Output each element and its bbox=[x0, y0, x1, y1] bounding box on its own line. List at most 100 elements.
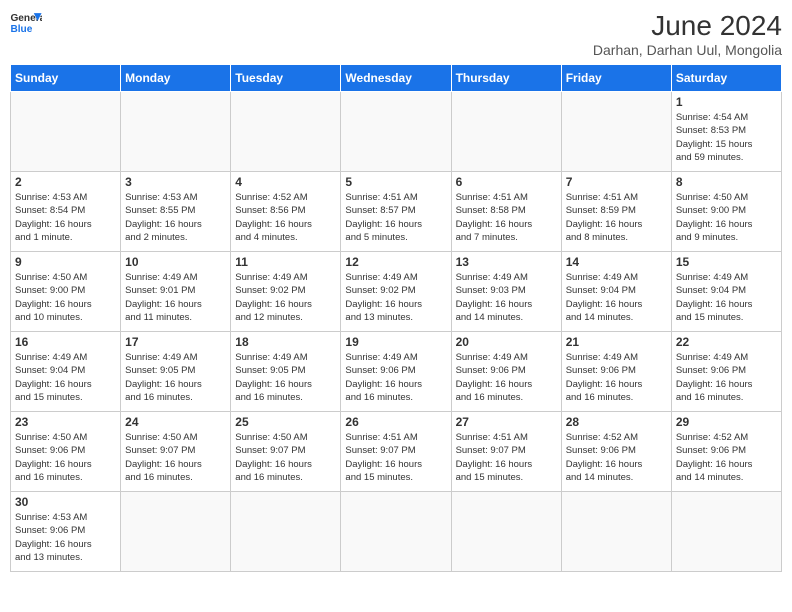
day-number: 23 bbox=[15, 415, 116, 429]
day-number: 12 bbox=[345, 255, 446, 269]
day-number: 29 bbox=[676, 415, 777, 429]
day-info: Sunrise: 4:51 AM Sunset: 9:07 PM Dayligh… bbox=[345, 431, 446, 484]
calendar-cell bbox=[341, 492, 451, 572]
calendar-cell: 29 Sunrise: 4:52 AM Sunset: 9:06 PM Dayli… bbox=[671, 412, 781, 492]
calendar-subtitle: Darhan, Darhan Uul, Mongolia bbox=[593, 42, 782, 58]
calendar-cell bbox=[451, 492, 561, 572]
day-info: Sunrise: 4:50 AM Sunset: 9:00 PM Dayligh… bbox=[15, 271, 116, 324]
day-number: 21 bbox=[566, 335, 667, 349]
calendar-cell bbox=[121, 92, 231, 172]
col-sunday: Sunday bbox=[11, 65, 121, 92]
calendar-cell: 5 Sunrise: 4:51 AM Sunset: 8:57 PM Daylig… bbox=[341, 172, 451, 252]
calendar-week-row: 30Sunrise: 4:53 AM Sunset: 9:06 PM Dayli… bbox=[11, 492, 782, 572]
day-number: 4 bbox=[235, 175, 336, 189]
calendar-cell: 3Sunrise: 4:53 AM Sunset: 8:55 PM Daylig… bbox=[121, 172, 231, 252]
day-info: Sunrise: 4:49 AM Sunset: 9:06 PM Dayligh… bbox=[456, 351, 557, 404]
col-monday: Monday bbox=[121, 65, 231, 92]
calendar-cell bbox=[231, 92, 341, 172]
day-info: Sunrise: 4:51 AM Sunset: 8:58 PM Dayligh… bbox=[456, 191, 557, 244]
day-number: 8 bbox=[676, 175, 777, 189]
calendar-cell: 9 Sunrise: 4:50 AM Sunset: 9:00 PM Daylig… bbox=[11, 252, 121, 332]
day-info: Sunrise: 4:50 AM Sunset: 9:00 PM Dayligh… bbox=[676, 191, 777, 244]
day-info: Sunrise: 4:49 AM Sunset: 9:06 PM Dayligh… bbox=[345, 351, 446, 404]
calendar-week-row: 1 Sunrise: 4:54 AM Sunset: 8:53 PM Daylig… bbox=[11, 92, 782, 172]
calendar-cell: 20 Sunrise: 4:49 AM Sunset: 9:06 PM Dayli… bbox=[451, 332, 561, 412]
day-number: 28 bbox=[566, 415, 667, 429]
calendar-cell: 24Sunrise: 4:50 AM Sunset: 9:07 PM Dayli… bbox=[121, 412, 231, 492]
calendar-cell bbox=[231, 492, 341, 572]
day-number: 15 bbox=[676, 255, 777, 269]
calendar-cell: 1 Sunrise: 4:54 AM Sunset: 8:53 PM Daylig… bbox=[671, 92, 781, 172]
day-number: 1 bbox=[676, 95, 777, 109]
day-number: 17 bbox=[125, 335, 226, 349]
calendar-cell: 19 Sunrise: 4:49 AM Sunset: 9:06 PM Dayli… bbox=[341, 332, 451, 412]
day-number: 5 bbox=[345, 175, 446, 189]
day-number: 10 bbox=[125, 255, 226, 269]
day-number: 27 bbox=[456, 415, 557, 429]
day-number: 6 bbox=[456, 175, 557, 189]
calendar-cell bbox=[11, 92, 121, 172]
day-number: 26 bbox=[345, 415, 446, 429]
day-info: Sunrise: 4:50 AM Sunset: 9:06 PM Dayligh… bbox=[15, 431, 116, 484]
day-number: 2 bbox=[15, 175, 116, 189]
day-number: 11 bbox=[235, 255, 336, 269]
day-number: 18 bbox=[235, 335, 336, 349]
calendar-week-row: 23 Sunrise: 4:50 AM Sunset: 9:06 PM Dayli… bbox=[11, 412, 782, 492]
day-number: 22 bbox=[676, 335, 777, 349]
calendar-cell: 25 Sunrise: 4:50 AM Sunset: 9:07 PM Dayli… bbox=[231, 412, 341, 492]
calendar-title: June 2024 bbox=[593, 10, 782, 42]
day-number: 9 bbox=[15, 255, 116, 269]
day-number: 14 bbox=[566, 255, 667, 269]
svg-text:Blue: Blue bbox=[10, 24, 32, 35]
calendar-table: Sunday Monday Tuesday Wednesday Thursday… bbox=[10, 64, 782, 572]
calendar-cell: 27 Sunrise: 4:51 AM Sunset: 9:07 PM Dayli… bbox=[451, 412, 561, 492]
calendar-cell: 15Sunrise: 4:49 AM Sunset: 9:04 PM Dayli… bbox=[671, 252, 781, 332]
day-info: Sunrise: 4:49 AM Sunset: 9:05 PM Dayligh… bbox=[125, 351, 226, 404]
calendar-cell bbox=[451, 92, 561, 172]
day-info: Sunrise: 4:50 AM Sunset: 9:07 PM Dayligh… bbox=[235, 431, 336, 484]
day-info: Sunrise: 4:51 AM Sunset: 8:59 PM Dayligh… bbox=[566, 191, 667, 244]
calendar-cell bbox=[121, 492, 231, 572]
calendar-cell: 8 Sunrise: 4:50 AM Sunset: 9:00 PM Daylig… bbox=[671, 172, 781, 252]
calendar-cell: 13Sunrise: 4:49 AM Sunset: 9:03 PM Dayli… bbox=[451, 252, 561, 332]
day-number: 30 bbox=[15, 495, 116, 509]
calendar-cell: 2Sunrise: 4:53 AM Sunset: 8:54 PM Daylig… bbox=[11, 172, 121, 252]
day-number: 16 bbox=[15, 335, 116, 349]
calendar-header: Sunday Monday Tuesday Wednesday Thursday… bbox=[11, 65, 782, 92]
day-info: Sunrise: 4:54 AM Sunset: 8:53 PM Dayligh… bbox=[676, 111, 777, 164]
day-number: 25 bbox=[235, 415, 336, 429]
logo: General Blue bbox=[10, 10, 42, 38]
day-info: Sunrise: 4:52 AM Sunset: 9:06 PM Dayligh… bbox=[566, 431, 667, 484]
calendar-cell: 14 Sunrise: 4:49 AM Sunset: 9:04 PM Dayli… bbox=[561, 252, 671, 332]
header-row: Sunday Monday Tuesday Wednesday Thursday… bbox=[11, 65, 782, 92]
calendar-cell: 28 Sunrise: 4:52 AM Sunset: 9:06 PM Dayli… bbox=[561, 412, 671, 492]
day-info: Sunrise: 4:49 AM Sunset: 9:02 PM Dayligh… bbox=[345, 271, 446, 324]
calendar-body: 1 Sunrise: 4:54 AM Sunset: 8:53 PM Daylig… bbox=[11, 92, 782, 572]
day-info: Sunrise: 4:49 AM Sunset: 9:04 PM Dayligh… bbox=[566, 271, 667, 324]
calendar-cell: 12 Sunrise: 4:49 AM Sunset: 9:02 PM Dayli… bbox=[341, 252, 451, 332]
day-info: Sunrise: 4:51 AM Sunset: 9:07 PM Dayligh… bbox=[456, 431, 557, 484]
calendar-cell bbox=[671, 492, 781, 572]
day-number: 7 bbox=[566, 175, 667, 189]
col-wednesday: Wednesday bbox=[341, 65, 451, 92]
day-info: Sunrise: 4:49 AM Sunset: 9:06 PM Dayligh… bbox=[676, 351, 777, 404]
calendar-cell: 16 Sunrise: 4:49 AM Sunset: 9:04 PM Dayli… bbox=[11, 332, 121, 412]
day-number: 3 bbox=[125, 175, 226, 189]
calendar-cell: 7 Sunrise: 4:51 AM Sunset: 8:59 PM Daylig… bbox=[561, 172, 671, 252]
day-info: Sunrise: 4:49 AM Sunset: 9:02 PM Dayligh… bbox=[235, 271, 336, 324]
calendar-cell: 17 Sunrise: 4:49 AM Sunset: 9:05 PM Dayli… bbox=[121, 332, 231, 412]
day-number: 24 bbox=[125, 415, 226, 429]
day-info: Sunrise: 4:52 AM Sunset: 8:56 PM Dayligh… bbox=[235, 191, 336, 244]
day-number: 19 bbox=[345, 335, 446, 349]
day-info: Sunrise: 4:49 AM Sunset: 9:05 PM Dayligh… bbox=[235, 351, 336, 404]
day-info: Sunrise: 4:52 AM Sunset: 9:06 PM Dayligh… bbox=[676, 431, 777, 484]
day-info: Sunrise: 4:49 AM Sunset: 9:01 PM Dayligh… bbox=[125, 271, 226, 324]
calendar-cell: 22 Sunrise: 4:49 AM Sunset: 9:06 PM Dayli… bbox=[671, 332, 781, 412]
col-saturday: Saturday bbox=[671, 65, 781, 92]
day-info: Sunrise: 4:51 AM Sunset: 8:57 PM Dayligh… bbox=[345, 191, 446, 244]
calendar-cell: 21Sunrise: 4:49 AM Sunset: 9:06 PM Dayli… bbox=[561, 332, 671, 412]
calendar-week-row: 2Sunrise: 4:53 AM Sunset: 8:54 PM Daylig… bbox=[11, 172, 782, 252]
day-number: 20 bbox=[456, 335, 557, 349]
calendar-week-row: 9 Sunrise: 4:50 AM Sunset: 9:00 PM Daylig… bbox=[11, 252, 782, 332]
day-info: Sunrise: 4:49 AM Sunset: 9:04 PM Dayligh… bbox=[15, 351, 116, 404]
